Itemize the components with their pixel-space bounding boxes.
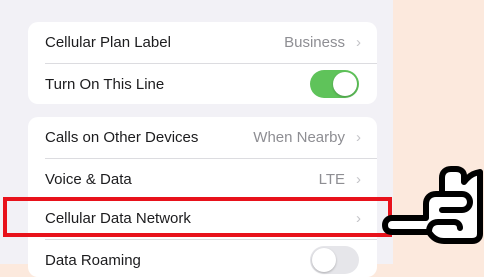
row-turn-on-this-line: Turn On This Line: [28, 64, 377, 104]
toggle-knob: [333, 72, 357, 96]
row-label: Voice & Data: [45, 170, 132, 188]
chevron-right-icon: ›: [356, 128, 361, 146]
row-label: Calls on Other Devices: [45, 128, 199, 146]
turn-on-line-toggle[interactable]: [310, 70, 359, 98]
settings-group-plan: Cellular Plan Label Business › Turn On T…: [28, 22, 377, 104]
row-cellular-plan-label[interactable]: Cellular Plan Label Business ›: [28, 22, 377, 62]
row-value: Business: [284, 33, 345, 51]
chevron-right-icon: ›: [356, 170, 361, 188]
row-label: Data Roaming: [45, 251, 141, 269]
chevron-right-icon: ›: [356, 33, 361, 51]
row-label: Turn On This Line: [45, 75, 165, 93]
data-roaming-toggle[interactable]: [310, 246, 359, 274]
row-value: LTE: [318, 170, 345, 188]
toggle-knob: [312, 248, 336, 272]
row-label: Cellular Plan Label: [45, 33, 171, 51]
row-value: When Nearby: [253, 128, 345, 146]
pointing-hand-icon: [382, 166, 483, 244]
row-data-roaming: Data Roaming: [28, 240, 377, 277]
row-voice-and-data[interactable]: Voice & Data LTE ›: [28, 159, 377, 199]
row-calls-on-other-devices[interactable]: Calls on Other Devices When Nearby ›: [28, 117, 377, 157]
highlight-box: [3, 197, 392, 237]
